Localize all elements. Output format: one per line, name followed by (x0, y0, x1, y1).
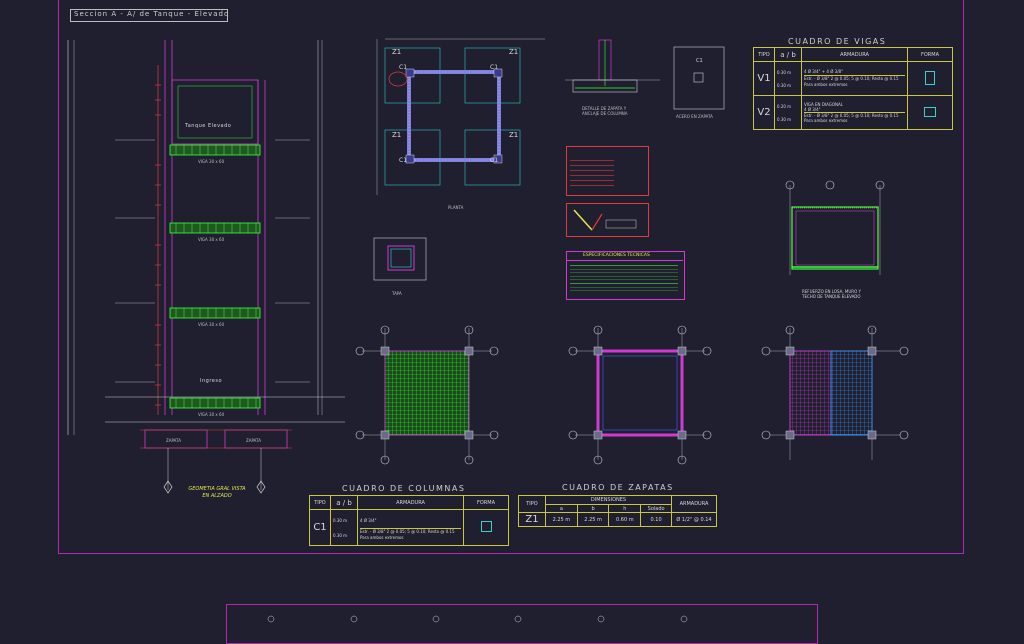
beams-col-ab: a / b (774, 47, 802, 62)
beam-v2-note: Para ambos extremos (804, 118, 848, 123)
plan-c1-tl: C1 (399, 64, 408, 71)
plan-z1-br: Z1 (509, 131, 519, 139)
plan-drawing (376, 38, 545, 195)
beam-v1-tipo: V1 (753, 61, 775, 96)
columns-col-forma: FORMA (463, 495, 509, 510)
slab-plan-green (355, 325, 499, 465)
footings-col-armadura: ARMADURA (671, 495, 717, 513)
footings-col-b: b (576, 504, 610, 513)
plan-c1-br: C1 (490, 157, 499, 164)
footings-col-tipo: TIPO (518, 495, 546, 513)
footings-col-h: h (608, 504, 642, 513)
footing-z1-b: 2.25 m (576, 512, 610, 527)
footing-z1-tipo: Z1 (518, 512, 546, 527)
beams-col-tipo: TIPO (753, 47, 775, 62)
plan-z1-tr: Z1 (509, 48, 519, 56)
tank-reinforcement-caption: REFUERZO EN LOSA, MURO Y TECHO DE TANQUE… (802, 289, 861, 299)
stirrup-detail-drawing (573, 209, 637, 231)
footing-anchor-drawing (565, 39, 660, 93)
column-c1-dims: 0.30 m 0.30 m (330, 509, 358, 546)
beam-v1-shape-icon (925, 70, 935, 85)
elevation-drawing (67, 40, 345, 494)
specs-lines (570, 264, 678, 294)
beam-v2-dims: 0.20 m 0.30 m (774, 95, 802, 130)
lid-drawing (373, 237, 427, 281)
beam-v2-forma (907, 95, 953, 130)
beams-col-armadura: ARMADURA (801, 47, 908, 62)
tank-reinforcement-drawing (785, 180, 885, 275)
footing-label-left: ZAPATA (166, 438, 181, 443)
footings-col-dim: DIMENSIONES (545, 495, 672, 505)
column-c1-tipo: C1 (309, 509, 331, 546)
beam-v1-note: Para ambos extremos (804, 82, 848, 87)
column-c1-armadura: 4 Ø 3/4" Estr. - Ø 3/8" 2 @ 0.05; 5 @ 0.… (357, 509, 464, 546)
column-c1-w: 0.30 m (333, 532, 348, 538)
columns-table: TIPO a / b ARMADURA FORMA C1 0.30 m 0.30… (309, 495, 509, 546)
beam-v1-arm: 4 Ø 3/4" + 4 Ø 3/8" (804, 69, 905, 76)
plan-z1-bl: Z1 (392, 131, 402, 139)
beam-v1-h: 0.30 m (777, 69, 792, 75)
rebar-table-grid (570, 160, 614, 190)
beam-v2-shape-icon (924, 106, 936, 117)
beams-table-title: CUADRO DE VIGAS (788, 37, 887, 46)
columns-col-ab: a / b (330, 495, 358, 510)
beam-label-3: VIGA 30 x 60 (198, 322, 225, 327)
footing-steel-drawing (673, 46, 725, 110)
tank-label: Tanque Elevado (185, 123, 232, 129)
beam-v2-tipo: V2 (753, 95, 775, 130)
beam-v1-w: 0.30 m (777, 82, 792, 88)
footings-col-a: a (545, 504, 578, 513)
footing-z1-a: 2.25 m (545, 512, 578, 527)
beams-col-a: a (780, 50, 785, 59)
column-c1-forma (463, 509, 509, 546)
beam-v2-armadura: VIGA EN DIAGONAL 4 Ø 3/4" Estr. - Ø 3/8"… (801, 95, 908, 130)
beam-v2-w: 0.30 m (777, 116, 792, 122)
column-c1-shape-icon (480, 521, 492, 532)
beam-v1-dims: 0.30 m 0.30 m (774, 61, 802, 96)
specs-title: ESPECIFICACIONES TECNICAS (583, 253, 650, 258)
beams-col-forma: FORMA (907, 47, 953, 62)
footings-table: TIPO DIMENSIONES ARMADURA a b h Solado Z… (518, 495, 717, 527)
columns-col-armadura: ARMADURA (357, 495, 464, 510)
plan-c1-tr: C1 (490, 64, 499, 71)
beam-v1-forma (907, 61, 953, 96)
slab-plan-grid (761, 325, 909, 460)
columns-col-tipo: TIPO (309, 495, 331, 510)
footing-steel-c1: C1 (696, 58, 703, 64)
footings-table-title: CUADRO DE ZAPATAS (562, 483, 674, 492)
lid-caption: TAPA (392, 291, 402, 296)
column-c1-note: Para ambos extremos (360, 535, 404, 540)
columns-col-b: b (347, 498, 352, 507)
beams-table: TIPO a / b ARMADURA FORMA V1 0.30 m 0.30… (753, 47, 953, 130)
column-c1-h: 0.30 m (333, 517, 348, 523)
elevation-caption: GEOMETIA GRAL VISTA EN ALZADO (188, 486, 246, 499)
slab-plan-magenta (568, 325, 712, 465)
beam-v2-h: 0.20 m (777, 103, 792, 109)
beam-label-2: VIGA 30 x 60 (198, 237, 225, 242)
columns-table-title: CUADRO DE COLUMNAS (342, 484, 466, 493)
beams-col-b: b (791, 50, 796, 59)
plan-c1-bl: C1 (399, 157, 408, 164)
beam-label-4: VIGA 30 x 60 (198, 412, 225, 417)
plan-z1-tl: Z1 (392, 48, 402, 56)
footing-steel-caption: ACERO EN ZAPATA (676, 114, 713, 119)
footings-col-solado: Solado (640, 504, 672, 513)
beam-label-1: VIGA 30 x 60 (198, 159, 225, 164)
entry-label: Ingreso (200, 378, 223, 384)
section-title: Seccion A - A/ de Tanque - Elevado (74, 10, 230, 18)
footing-label-right: ZAPATA (246, 438, 261, 443)
beam-v1-armadura: 4 Ø 3/4" + 4 Ø 3/8" Estr. - Ø 3/8" 2 @ 0… (801, 61, 908, 96)
second-sheet-markers (267, 615, 688, 623)
columns-col-a: a (336, 498, 341, 507)
column-c1-arm: 4 Ø 3/4" (360, 514, 461, 529)
footing-z1-armadura: Ø 1/2" @ 0.14 (671, 512, 717, 527)
footing-z1-solado: 0.10 (640, 512, 672, 527)
plan-caption: PLANTA (448, 205, 464, 210)
footing-z1-h: 0.60 m (608, 512, 642, 527)
footing-anchor-caption: DETALLE DE ZAPATA Y ANCLAJE DE COLUMNA (582, 106, 628, 116)
